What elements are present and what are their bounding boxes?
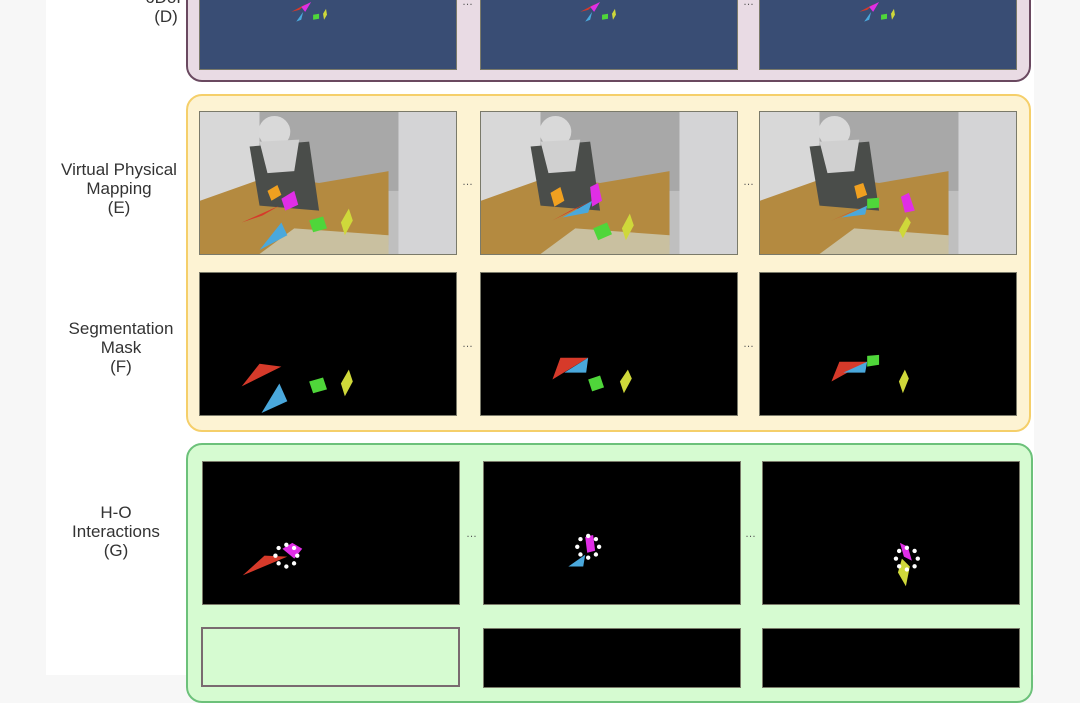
frame-ho-interactions-next-2 [762, 628, 1020, 688]
tangram-yellow-piece [340, 369, 353, 397]
frame-virtual-physical-mapping-3 [759, 111, 1017, 255]
contact-point [295, 553, 300, 558]
tangram-blue-piece [568, 554, 586, 567]
contact-point [596, 544, 602, 549]
contact-point [578, 552, 583, 557]
sequence-ellipsis: … [466, 528, 477, 540]
tangram-yellow-piece [890, 8, 895, 20]
hand-magenta [590, 1, 601, 12]
tangram-green-piece [881, 13, 888, 20]
contact-point [575, 544, 580, 549]
contact-point [291, 561, 297, 566]
hand-magenta [899, 542, 912, 561]
contact-point [276, 561, 281, 566]
row-label-line: Mapping [86, 179, 152, 198]
hand-magenta [585, 534, 596, 553]
contact-point [904, 567, 910, 572]
sequence-ellipsis: … [743, 176, 754, 188]
tangram-yellow-piece [611, 8, 616, 20]
tangram-green-piece [313, 13, 320, 20]
contact-point [276, 545, 281, 551]
contact-point [578, 536, 583, 542]
row-label-line: Segmentation [68, 319, 174, 338]
frame-ho-interactions-1 [202, 461, 460, 605]
curtain-right [679, 112, 737, 254]
row-label-line: (F) [110, 357, 132, 376]
contact-point [904, 545, 910, 550]
row-label-virtual-physical-mapping: Virtual Physical Mapping (E) [44, 160, 194, 217]
contact-point [593, 552, 599, 557]
contact-point [593, 536, 599, 542]
frame-ho-interactions-2 [483, 461, 741, 605]
tangram-yellow-piece [898, 369, 909, 394]
contact-point [586, 533, 591, 539]
tangram-green-piece [867, 354, 880, 367]
contact-point [273, 553, 278, 558]
contact-point [284, 542, 289, 548]
row-label-line: Mask [100, 338, 142, 357]
sequence-ellipsis: … [462, 0, 473, 8]
frame-6dof-1 [199, 0, 457, 70]
frame-virtual-physical-mapping-1 [199, 111, 457, 255]
row-label-segmentation-mask: Segmentation Mask (F) [46, 319, 196, 376]
frame-6dof-2 [480, 0, 738, 70]
row-label-line: Virtual Physical [61, 160, 177, 179]
frame-segmentation-mask-2 [480, 272, 738, 416]
sequence-ellipsis: … [745, 528, 756, 540]
row-label-line: (E) [107, 198, 131, 217]
tangram-yellow-piece [323, 8, 328, 20]
contact-point [896, 564, 902, 569]
frame-ho-interactions-next-1 [483, 628, 741, 688]
sequence-ellipsis: … [743, 0, 754, 8]
sequence-ellipsis: … [462, 338, 473, 350]
contact-point [291, 545, 297, 551]
tangram-red-piece [241, 363, 282, 387]
tangram-blue-piece [864, 11, 872, 22]
hand-magenta [301, 1, 312, 12]
contact-point [586, 555, 591, 560]
tangram-green-piece [588, 375, 605, 392]
tangram-blue-piece [296, 11, 304, 22]
sequence-ellipsis: … [743, 338, 754, 350]
contact-point [896, 548, 902, 554]
contact-point [912, 564, 917, 569]
frame-segmentation-mask-3 [759, 272, 1017, 416]
contact-point [893, 556, 899, 561]
tangram-red-piece [242, 555, 288, 576]
row-label-ho-interactions: H-O Interactions (G) [41, 503, 191, 560]
hand-magenta [869, 1, 880, 12]
tangram-green-piece [309, 377, 328, 394]
contact-point [284, 564, 289, 569]
frame-ho-interactions-3 [762, 461, 1020, 605]
tangram-blue-piece [261, 383, 288, 414]
tangram-blue-piece [585, 11, 593, 22]
tangram-yellow-piece [619, 369, 632, 394]
contact-point [915, 556, 920, 561]
tangram-green-piece [602, 13, 609, 20]
frame-6dof-3 [759, 0, 1017, 70]
curtain-right [958, 112, 1016, 254]
sequence-ellipsis: … [462, 176, 473, 188]
frame-placeholder-empty [201, 627, 460, 687]
curtain-right [398, 112, 456, 254]
frame-segmentation-mask-1 [199, 272, 457, 416]
tangram-yellow-piece [897, 558, 910, 587]
row-label-line: (G) [103, 541, 129, 560]
row-label-line: H-O [100, 503, 132, 522]
contact-point [912, 548, 917, 554]
tangram-green-piece [867, 197, 880, 209]
row-label-line: Interactions [72, 522, 160, 541]
frame-virtual-physical-mapping-2 [480, 111, 738, 255]
